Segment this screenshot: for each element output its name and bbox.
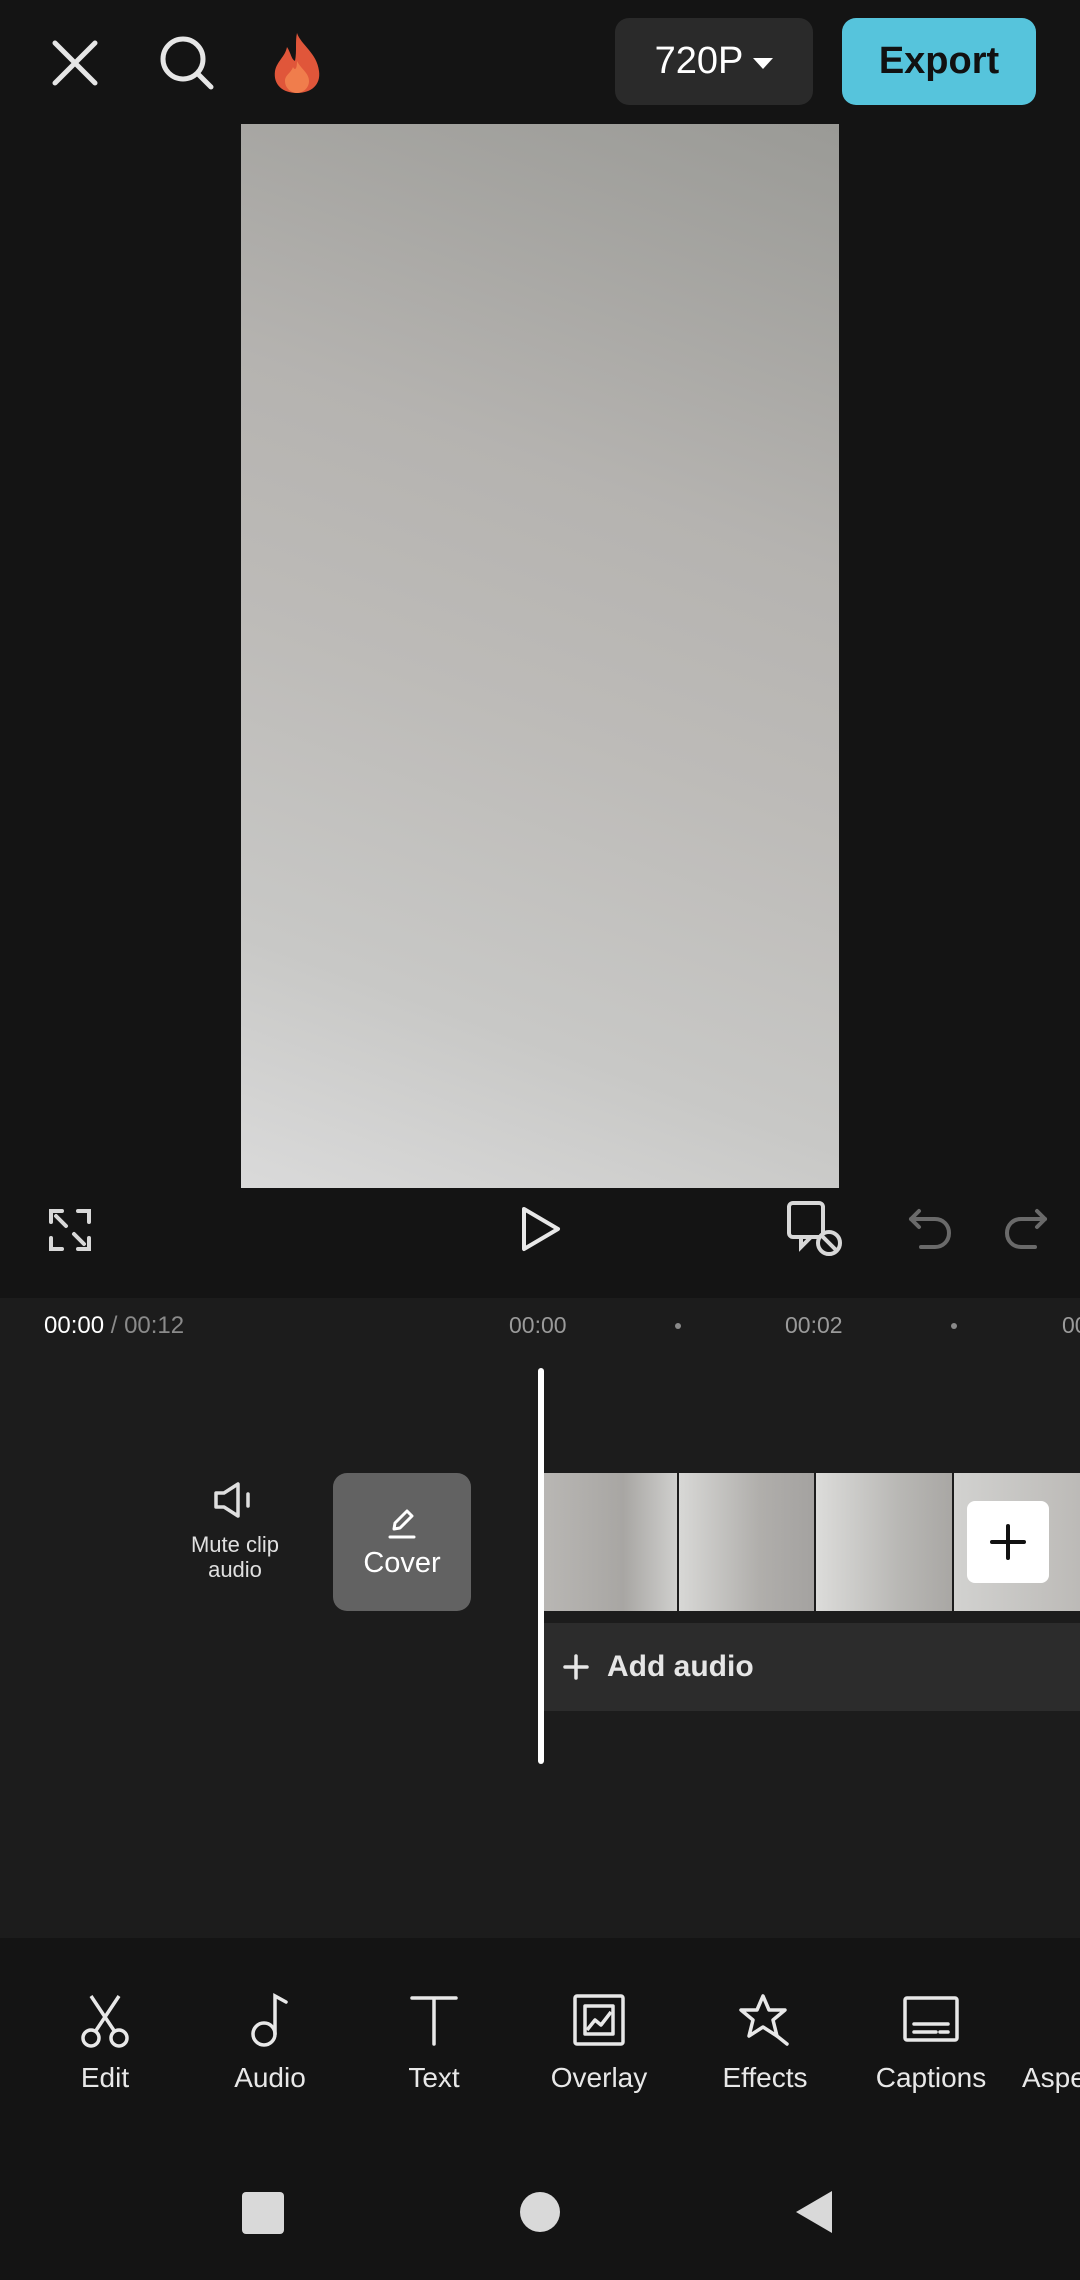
effects-star-icon bbox=[739, 1994, 789, 2046]
back-button[interactable] bbox=[792, 2188, 836, 2236]
play-icon bbox=[522, 1207, 560, 1251]
keyframe-icon bbox=[787, 1201, 842, 1256]
video-clip-frame[interactable] bbox=[816, 1473, 952, 1611]
tool-edit[interactable]: Edit bbox=[30, 1992, 180, 2094]
resolution-dropdown[interactable]: 720P bbox=[615, 18, 813, 105]
resolution-label: 720P bbox=[654, 40, 744, 82]
play-button[interactable] bbox=[510, 1196, 570, 1262]
close-icon bbox=[52, 40, 98, 86]
speaker-icon bbox=[214, 1482, 250, 1518]
tool-aspect[interactable]: Aspe bbox=[1022, 1992, 1080, 2094]
cover-label: Cover bbox=[363, 1546, 441, 1579]
tool-captions[interactable]: Captions bbox=[856, 1992, 1006, 2094]
fire-icon bbox=[274, 33, 320, 93]
redo-button[interactable] bbox=[996, 1200, 1056, 1258]
music-note-icon bbox=[251, 1993, 288, 2047]
back-triangle-icon bbox=[796, 2191, 832, 2233]
video-clip-frame[interactable] bbox=[679, 1473, 814, 1611]
tool-label: Effects bbox=[722, 2062, 808, 2093]
tool-effects[interactable]: Effects bbox=[690, 1992, 840, 2094]
ruler-label-0: 00:00 bbox=[509, 1312, 567, 1338]
export-button[interactable]: Export bbox=[842, 18, 1036, 105]
time-readout: 00:00 / 00:12 bbox=[44, 1312, 184, 1340]
caret-down-icon bbox=[753, 58, 774, 69]
plus-icon bbox=[990, 1524, 1026, 1560]
tool-label: Aspe bbox=[1022, 2062, 1080, 2093]
tool-text[interactable]: Text bbox=[359, 1992, 509, 2094]
home-button[interactable] bbox=[520, 2192, 560, 2232]
fullscreen-button[interactable] bbox=[40, 1200, 100, 1260]
ruler-dot bbox=[675, 1323, 681, 1329]
total-time: / 00:12 bbox=[104, 1312, 185, 1339]
tool-audio[interactable]: Audio bbox=[195, 1992, 345, 2094]
ruler-dot bbox=[951, 1323, 957, 1329]
scissors-icon bbox=[81, 1995, 129, 2048]
overlay-icon bbox=[573, 1994, 625, 2046]
undo-button[interactable] bbox=[900, 1200, 960, 1258]
close-button[interactable] bbox=[40, 28, 110, 98]
tool-label: Captions bbox=[875, 2062, 987, 2093]
video-clip-frame[interactable] bbox=[543, 1473, 677, 1611]
fire-button[interactable] bbox=[262, 26, 332, 100]
mute-clip-audio-label: Mute clip audio bbox=[190, 1532, 280, 1582]
edit-pencil-icon bbox=[388, 1509, 416, 1538]
tool-label: Audio bbox=[234, 2062, 306, 2093]
ruler-label-1: 00:02 bbox=[785, 1312, 843, 1338]
cover-button[interactable]: Cover bbox=[333, 1473, 471, 1611]
keyframe-button[interactable] bbox=[782, 1196, 848, 1262]
mute-clip-audio-button[interactable]: Mute clip audio bbox=[170, 1480, 300, 1582]
ruler-label-2: 00 bbox=[1062, 1312, 1080, 1338]
playhead[interactable] bbox=[538, 1368, 544, 1764]
plus-icon bbox=[563, 1654, 589, 1680]
add-audio-label: Add audio bbox=[607, 1650, 754, 1683]
fullscreen-icon bbox=[49, 1209, 91, 1251]
recent-apps-button[interactable] bbox=[242, 2192, 284, 2234]
search-button[interactable] bbox=[150, 26, 224, 100]
tool-label: Text bbox=[408, 2062, 460, 2093]
redo-icon bbox=[1005, 1209, 1047, 1249]
text-icon bbox=[410, 1996, 458, 2046]
add-audio-track[interactable]: Add audio bbox=[543, 1623, 1080, 1711]
tool-overlay[interactable]: Overlay bbox=[524, 1992, 674, 2094]
undo-icon bbox=[909, 1209, 951, 1249]
tool-label: Overlay bbox=[550, 2062, 648, 2093]
tool-label: Edit bbox=[80, 2062, 130, 2093]
current-time: 00:00 bbox=[44, 1312, 105, 1339]
search-icon bbox=[160, 36, 214, 90]
add-clip-button[interactable] bbox=[967, 1501, 1049, 1583]
captions-icon bbox=[903, 1996, 959, 2042]
video-preview[interactable] bbox=[241, 124, 839, 1188]
